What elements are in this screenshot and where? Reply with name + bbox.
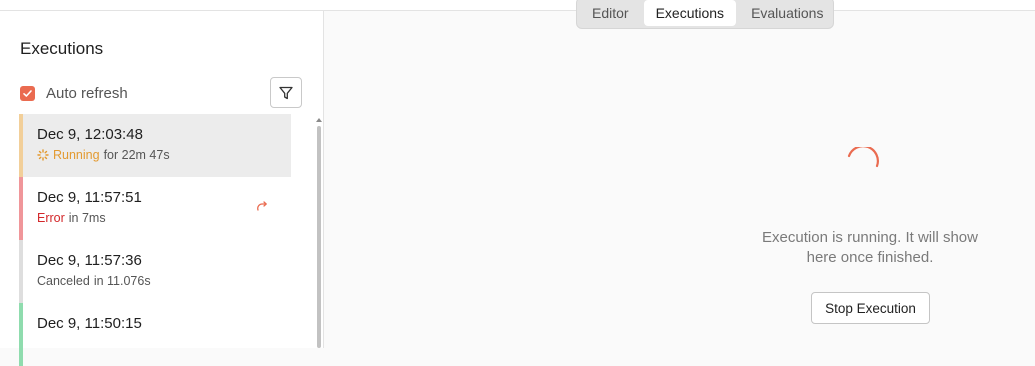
execution-status: Running for 22m 47s xyxy=(37,148,291,162)
auto-refresh-checkbox[interactable] xyxy=(20,86,35,101)
check-icon xyxy=(23,90,32,97)
status-detail: in 7ms xyxy=(68,211,106,225)
auto-refresh-label: Auto refresh xyxy=(46,85,128,102)
execution-item[interactable]: Dec 9, 12:03:48 Running for 22m 47s xyxy=(19,114,291,177)
execution-status: Error in 7ms xyxy=(37,211,291,225)
status-label: Error xyxy=(37,211,65,225)
list-scrollbar[interactable] xyxy=(317,126,321,348)
scroll-up-arrow[interactable] xyxy=(316,118,322,122)
execution-status: Canceled in 11.076s xyxy=(37,274,291,288)
execution-list: Dec 9, 12:03:48 Running for 22m 47s Dec … xyxy=(19,114,291,366)
filter-button[interactable] xyxy=(270,77,302,108)
auto-refresh-toggle[interactable]: Auto refresh xyxy=(20,85,128,102)
retry-icon[interactable] xyxy=(255,199,269,213)
sidebar-title: Executions xyxy=(20,39,104,58)
execution-preview: Execution is running. It will show here … xyxy=(325,12,1035,348)
execution-date: Dec 9, 11:50:15 xyxy=(37,315,142,332)
execution-item[interactable]: Dec 9, 11:57:51 Error in 7ms xyxy=(19,177,291,240)
status-detail: for 22m 47s xyxy=(103,148,170,162)
execution-date: Dec 9, 11:57:51 xyxy=(37,189,142,206)
stop-execution-button[interactable]: Stop Execution xyxy=(811,292,930,324)
loading-spinner-icon xyxy=(847,147,879,168)
execution-item[interactable]: Dec 9, 11:50:15 xyxy=(19,303,291,366)
spinner-icon xyxy=(37,149,49,161)
filter-icon xyxy=(279,86,293,99)
execution-date: Dec 9, 11:57:36 xyxy=(37,252,142,269)
running-message: Execution is running. It will show here … xyxy=(762,229,978,266)
execution-item[interactable]: Dec 9, 11:57:36 Canceled in 11.076s xyxy=(19,240,291,303)
status-label: Canceled xyxy=(37,274,90,288)
status-label: Running xyxy=(53,148,100,162)
top-border xyxy=(0,0,1035,11)
execution-date: Dec 9, 12:03:48 xyxy=(37,126,143,143)
status-detail: in 11.076s xyxy=(93,274,151,288)
